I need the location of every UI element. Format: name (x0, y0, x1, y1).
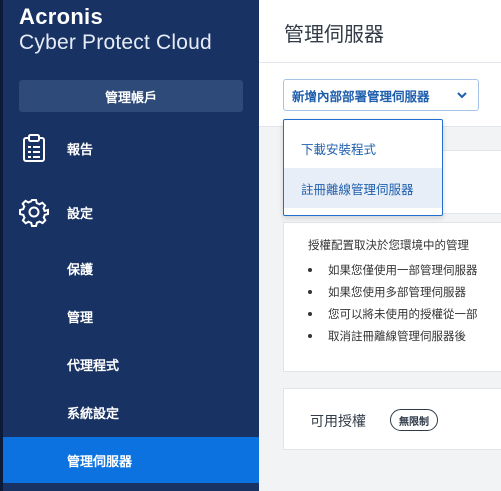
sidebar-item-reports[interactable]: 報告 (3, 126, 259, 170)
list-item: 如果您僅使用一部管理伺服器 (306, 259, 478, 281)
brand-name: Acronis (19, 4, 104, 29)
chevron-down-icon (456, 89, 468, 101)
unlimited-badge: 無限制 (390, 409, 438, 431)
manage-account-button[interactable]: 管理帳戶 (19, 80, 243, 112)
sidebar-item-label: 管理 (67, 310, 94, 326)
available-licenses-card: 可用授權 無限制 (283, 388, 501, 450)
report-clipboard-icon (19, 133, 49, 163)
menu-item-register-offline-server[interactable]: 註冊離線管理伺服器 (284, 168, 442, 208)
add-button-label: 新增內部部署管理伺服器 (292, 88, 430, 104)
sidebar-item-settings[interactable]: 設定 (3, 190, 259, 234)
sidebar-item-label: 管理伺服器 (67, 454, 133, 470)
sidebar-item-label: 報告 (67, 142, 94, 158)
license-info-text: 授權配置取決於您環境中的管理 (308, 238, 469, 252)
main-content: 管理伺服器 新增內部部署管理伺服器 授權配置取決於您環境中的管理 如果您僅使用一… (259, 0, 501, 491)
list-item: 您可以將未使用的授權從一部 (306, 303, 478, 325)
menu-item-download-installer[interactable]: 下載安裝程式 (284, 128, 442, 168)
sidebar-item-label: 設定 (67, 206, 94, 222)
list-item: 取消註冊離線管理伺服器後 (306, 325, 478, 347)
sidebar-item-label: 系統設定 (67, 406, 120, 422)
list-item: 如果您使用多部管理伺服器 (306, 281, 478, 303)
sidebar-item-management-servers[interactable]: 管理伺服器 (3, 437, 259, 483)
sidebar: Acronis Cyber Protect Cloud 管理帳戶 報告 設定 保… (0, 0, 259, 491)
brand-product: Cyber Protect Cloud (19, 31, 212, 54)
available-licenses-label: 可用授權 (310, 414, 366, 430)
add-server-dropdown-menu: 下載安裝程式 註冊離線管理伺服器 (283, 119, 443, 216)
license-info-list: 如果您僅使用一部管理伺服器 如果您使用多部管理伺服器 您可以將未使用的授權從一部… (306, 259, 478, 347)
page-title: 管理伺服器 (284, 22, 384, 46)
add-onprem-server-button[interactable]: 新增內部部署管理伺服器 (283, 79, 479, 111)
sidebar-item-system-settings[interactable]: 系統設定 (3, 389, 259, 435)
sidebar-item-label: 代理程式 (67, 358, 120, 374)
gear-icon (19, 197, 49, 227)
sidebar-item-agents[interactable]: 代理程式 (3, 341, 259, 387)
sidebar-item-protection[interactable]: 保護 (3, 245, 259, 291)
sidebar-item-label: 保護 (67, 262, 94, 278)
license-info-card: 授權配置取決於您環境中的管理 如果您僅使用一部管理伺服器 如果您使用多部管理伺服… (283, 222, 501, 372)
sidebar-item-management[interactable]: 管理 (3, 293, 259, 339)
brand-logo: Acronis Cyber Protect Cloud (19, 4, 212, 56)
toolbar: 新增內部部署管理伺服器 (259, 63, 501, 127)
page-header: 管理伺服器 (259, 0, 501, 63)
